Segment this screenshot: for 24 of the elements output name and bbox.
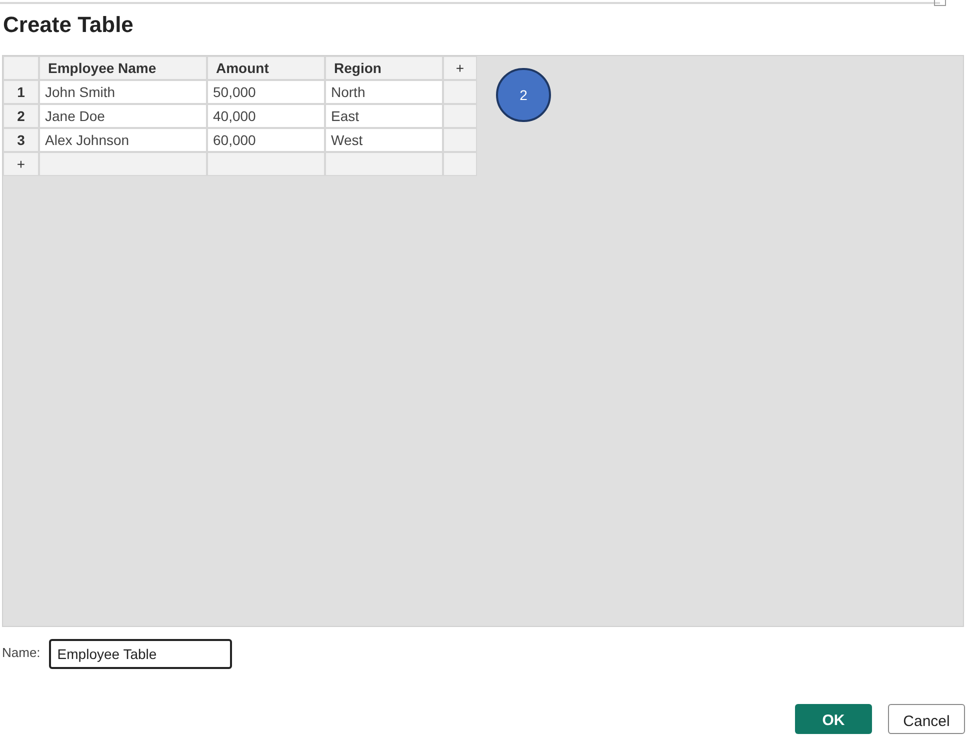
table-cell[interactable]: 50,000 (207, 80, 325, 104)
table-cell[interactable]: John Smith (39, 80, 207, 104)
column-header[interactable]: Region (325, 56, 443, 80)
row-number: 1 (3, 80, 39, 104)
table-cell[interactable]: North (325, 80, 443, 104)
window-control-icon[interactable] (934, 0, 946, 6)
add-column-button[interactable]: + (443, 56, 477, 80)
add-row-button[interactable]: + (3, 152, 39, 176)
step-marker: 2 (496, 68, 551, 122)
row-number: 3 (3, 128, 39, 152)
table-cell[interactable]: West (325, 128, 443, 152)
column-header[interactable]: Amount (207, 56, 325, 80)
row-number: 2 (3, 104, 39, 128)
table-cell[interactable]: East (325, 104, 443, 128)
column-header[interactable]: Employee Name (39, 56, 207, 80)
ok-button[interactable]: OK (795, 704, 872, 734)
table-cell[interactable]: Jane Doe (39, 104, 207, 128)
table-cell[interactable]: Alex Johnson (39, 128, 207, 152)
table-cell[interactable]: 60,000 (207, 128, 325, 152)
table-cell[interactable]: 40,000 (207, 104, 325, 128)
name-field[interactable]: Employee Table (49, 639, 232, 669)
cancel-button[interactable]: Cancel (888, 704, 965, 734)
name-label: Name: (2, 644, 40, 662)
dialog-title: Create Table (3, 11, 134, 39)
